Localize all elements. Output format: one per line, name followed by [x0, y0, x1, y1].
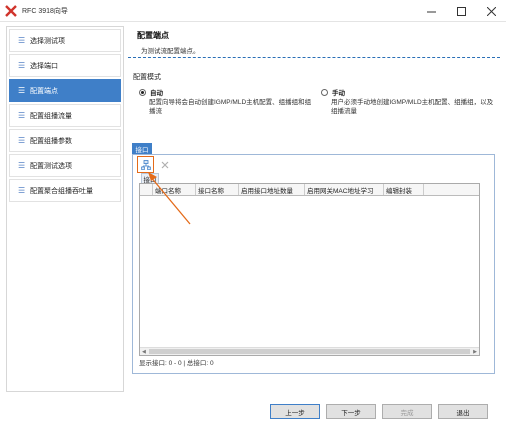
list-icon: ☰ [18, 136, 26, 145]
table-body [140, 196, 479, 347]
interface-table[interactable]: 端口名称 接口名称 启用接口地址数量 启用网关MAC地址学习 编辑封装 ◀ ▶ [139, 183, 480, 356]
sidebar-item-label: 配置组播参数 [30, 137, 72, 145]
manual-mode-title: 手动 [332, 90, 345, 97]
sidebar-item-label: 配置端点 [30, 87, 58, 95]
sidebar-item-label: 配置测试选项 [30, 162, 72, 170]
manual-mode-radio[interactable] [321, 89, 328, 96]
sidebar-item-multicast-params[interactable]: ☰ 配置组播参数 [9, 129, 121, 152]
manual-mode-option[interactable]: 手动 用户必须手动地创建IGMP/MLD主机配置、组播组，以及组播流量 [321, 89, 496, 116]
sidebar-item-label: 选择测试项 [30, 37, 65, 45]
sidebar-item-label: 配置组播流量 [30, 112, 72, 120]
column-header[interactable]: 启用接口地址数量 [239, 184, 305, 195]
sidebar-item-label: 配置聚合组播吞吐量 [30, 187, 93, 195]
column-header[interactable]: 启用网关MAC地址学习 [305, 184, 384, 195]
list-icon: ☰ [18, 36, 26, 45]
page-title: 配置端点 [137, 31, 169, 40]
sidebar-item-test-options[interactable]: ☰ 配置测试选项 [9, 154, 121, 177]
header-divider [128, 57, 500, 58]
scroll-right-icon[interactable]: ▶ [473, 349, 477, 355]
column-header[interactable]: 端口名称 [153, 184, 196, 195]
interface-panel: 接口 端口名称 接口名称 启用接口地址数量 启用网关MAC地址学习 编辑封装 ◀… [132, 154, 495, 374]
wizard-step-sidebar: ☰ 选择测试项 ☰ 选择端口 ☰ 配置端点 ☰ 配置组播流量 ☰ 配置组播参数 ☰ 配置测试… [6, 26, 124, 392]
tab-inner-interface[interactable]: 接口 [141, 173, 159, 184]
close-icon[interactable] [476, 0, 506, 22]
title-bar: RFC 3918向导 [0, 0, 506, 22]
sidebar-item-select-port[interactable]: ☰ 选择端口 [9, 54, 121, 77]
wizard-footer: 上一步 下一步 完成 退出 [270, 404, 488, 419]
maximize-icon[interactable] [446, 0, 476, 22]
next-button[interactable]: 下一步 [326, 404, 376, 419]
page-subtitle: 为测试流配置端点。 [141, 48, 200, 55]
column-header[interactable]: 编辑封装 [384, 184, 424, 195]
finish-button[interactable]: 完成 [382, 404, 432, 419]
sidebar-item-aggregate-throughput[interactable]: ☰ 配置聚合组播吞吐量 [9, 179, 121, 202]
list-icon: ☰ [18, 161, 26, 170]
tab-interface[interactable]: 接口 [132, 143, 152, 154]
auto-mode-description: 配置向导将会自动创建IGMP/MLD主机配置、组播组和组播流 [149, 99, 312, 115]
sidebar-item-select-test[interactable]: ☰ 选择测试项 [9, 29, 121, 52]
previous-button[interactable]: 上一步 [270, 404, 320, 419]
horizontal-scrollbar[interactable]: ◀ ▶ [140, 347, 479, 355]
minimize-icon[interactable] [416, 0, 446, 22]
auto-mode-option[interactable]: 自动 配置向导将会自动创建IGMP/MLD主机配置、组播组和组播流 [139, 89, 314, 116]
delete-icon [161, 161, 169, 169]
scroll-left-icon[interactable]: ◀ [142, 349, 146, 355]
auto-mode-title: 自动 [150, 90, 163, 97]
main-panel: 配置端点 为测试流配置端点。 配置模式 自动 配置向导将会自动创建IGMP/ML… [128, 26, 500, 392]
sidebar-item-multicast-traffic[interactable]: ☰ 配置组播流量 [9, 104, 121, 127]
exit-button[interactable]: 退出 [438, 404, 488, 419]
table-header: 端口名称 接口名称 启用接口地址数量 启用网关MAC地址学习 编辑封装 [140, 184, 479, 196]
list-icon: ☰ [18, 61, 26, 70]
app-logo-icon [5, 4, 17, 17]
highlight-box [137, 156, 154, 173]
delete-interface-button[interactable] [158, 158, 172, 172]
column-header[interactable]: 接口名称 [196, 184, 239, 195]
list-icon: ☰ [18, 186, 26, 195]
manual-mode-description: 用户必须手动地创建IGMP/MLD主机配置、组播组，以及组播流量 [331, 99, 494, 115]
interface-count-status: 显示接口: 0 - 0 | 总接口: 0 [139, 360, 214, 367]
sidebar-item-label: 选择端口 [30, 62, 58, 70]
list-icon: ☰ [18, 86, 26, 95]
auto-mode-radio[interactable] [139, 89, 146, 96]
list-icon: ☰ [18, 111, 26, 120]
window-title: RFC 3918向导 [22, 7, 68, 15]
mode-label: 配置模式 [133, 74, 161, 81]
sidebar-item-configure-endpoints[interactable]: ☰ 配置端点 [9, 79, 121, 102]
scrollbar-thumb[interactable] [148, 349, 471, 354]
